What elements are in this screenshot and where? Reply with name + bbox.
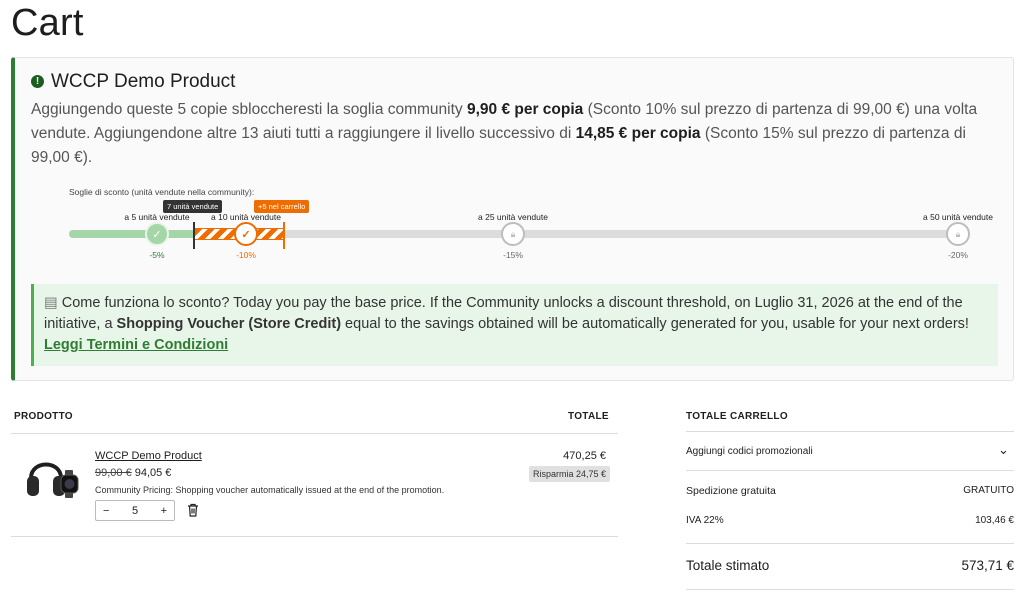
page-title: Cart	[11, 2, 84, 44]
product-thumbnail[interactable]	[25, 452, 83, 500]
divider	[686, 431, 1014, 432]
line-total: 470,25 €	[563, 450, 606, 462]
product-name-link[interactable]: WCCP Demo Product	[95, 450, 202, 462]
check-icon: ✓	[234, 222, 258, 246]
tier-discount: -10%	[236, 250, 256, 260]
trash-icon[interactable]	[187, 503, 199, 517]
tier-label: a 50 unità vendute	[923, 212, 993, 222]
cart-totals-title: TOTALE CARRELLO	[686, 411, 788, 422]
vat-label: IVA 22%	[686, 515, 724, 526]
tier-discount: -20%	[948, 250, 968, 260]
sold-marker	[193, 222, 195, 249]
quantity-stepper[interactable]: − 5 +	[95, 500, 175, 521]
savings-badge: Risparmia 24,75 €	[529, 466, 611, 482]
thresholds-label: Soglie di sconto (unità vendute nella co…	[69, 187, 255, 197]
how-discount-works-box: ▤ Come funziona lo sconto? Today you pay…	[31, 284, 998, 366]
lock-icon: 🔒︎	[501, 222, 525, 246]
estimated-total-label: Totale stimato	[686, 558, 770, 573]
chevron-down-icon[interactable]: ⌄	[998, 442, 1009, 458]
shipping-value: GRATUITO	[963, 485, 1014, 496]
tier-label: a 5 unità vendute	[124, 212, 190, 222]
cart-marker	[283, 222, 285, 249]
product-note: Community Pricing: Shopping voucher auto…	[95, 485, 445, 495]
tier-label: a 25 unità vendute	[478, 212, 548, 222]
divider	[11, 433, 618, 434]
howto-question: Come funziona lo sconto?	[61, 295, 230, 311]
divider	[686, 543, 1014, 544]
vat-value: 103,46 €	[975, 515, 1014, 526]
terms-link[interactable]: Leggi Termini e Condizioni	[44, 337, 228, 353]
promo-codes-toggle[interactable]: Aggiungi codici promozionali	[686, 446, 813, 457]
shipping-label: Spedizione gratuita	[686, 485, 776, 497]
column-header-product: PRODOTTO	[14, 411, 73, 422]
increase-button[interactable]: +	[161, 505, 167, 517]
divider	[686, 470, 1014, 471]
quantity-value[interactable]: 5	[132, 505, 138, 517]
note-icon: ▤	[44, 295, 58, 311]
estimated-total-value: 573,71 €	[961, 558, 1014, 573]
tier-label: a 10 unità vendute	[211, 212, 281, 222]
decrease-button[interactable]: −	[103, 505, 109, 517]
tier-discount: -15%	[503, 250, 523, 260]
product-price: 99,00 €94,05 €	[95, 467, 172, 479]
lock-icon: 🔒︎	[946, 222, 970, 246]
sold-progress-fill	[69, 230, 194, 238]
notice-product-title: WCCP Demo Product	[51, 71, 236, 92]
divider	[686, 589, 1014, 590]
check-icon: ✓	[145, 222, 169, 246]
divider	[11, 536, 618, 537]
alert-icon: !	[31, 75, 44, 88]
tier-discount: -5%	[149, 250, 165, 260]
column-header-total: TOTALE	[568, 411, 609, 422]
notice-description: Aggiungendo queste 5 copie sbloccheresti…	[31, 101, 978, 166]
